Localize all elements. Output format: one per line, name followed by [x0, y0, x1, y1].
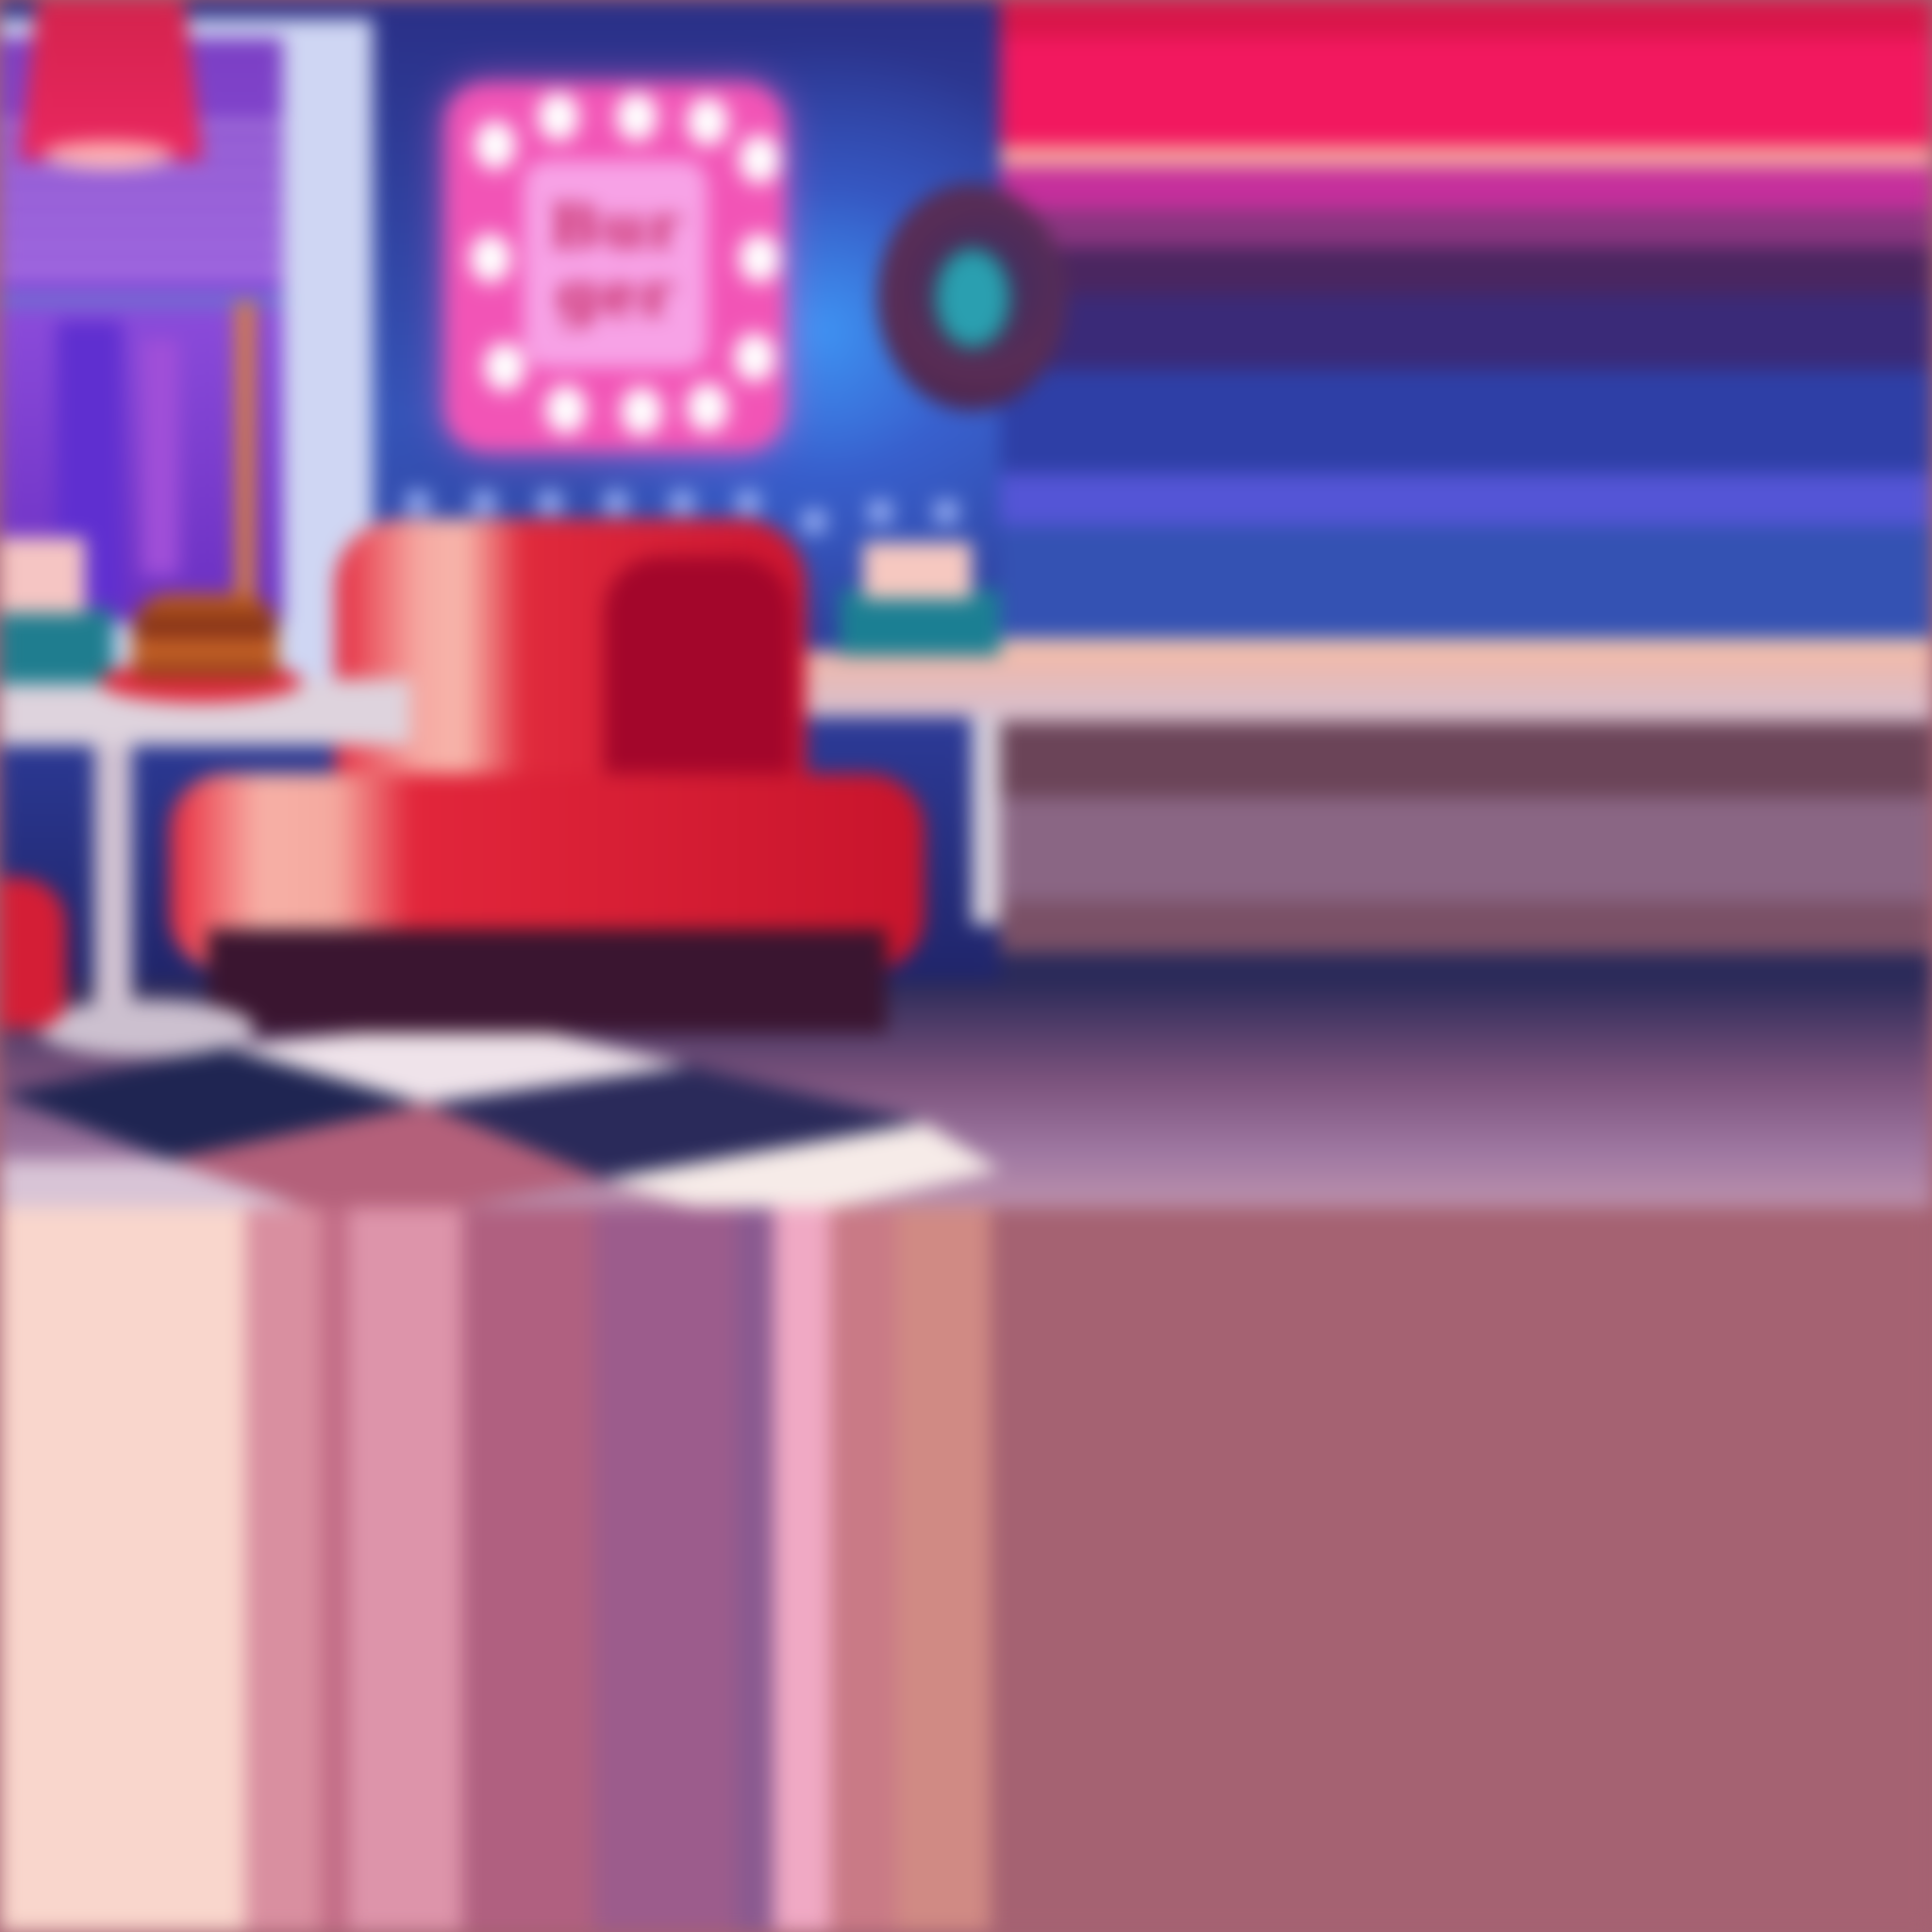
sign-bulb: [741, 236, 778, 281]
sign-text: Bur ger: [524, 193, 708, 329]
vinyl-label: [934, 247, 1011, 349]
sign-bulb: [623, 389, 660, 434]
sign-bulb: [547, 387, 585, 432]
sign-bulb: [540, 94, 577, 140]
window-blind-slat: [0, 217, 283, 225]
window-blind-slat: [0, 170, 283, 178]
sign-bulb: [689, 385, 726, 430]
left-table-foot: [38, 1000, 255, 1057]
wall-tile: [736, 491, 760, 515]
hanging-lamp-icon: [19, 0, 203, 160]
wall-tile: [604, 491, 628, 515]
floor-foreground-streaks: [0, 1208, 1932, 1932]
sign-bulb: [741, 137, 778, 182]
sign-bulb: [486, 344, 524, 390]
sign-bulb: [476, 123, 514, 168]
wall-tile: [934, 500, 958, 525]
window-reflection: [142, 340, 179, 575]
sign-bulb: [736, 335, 774, 380]
wall-tile: [670, 491, 694, 515]
wall-tile: [472, 491, 496, 515]
napkin-holder-left: [0, 608, 113, 684]
lamp-light: [42, 142, 175, 168]
wall-tile: [868, 500, 892, 525]
wall-tile: [406, 491, 430, 515]
window-blind-slat: [0, 241, 283, 249]
booth-base: [208, 929, 887, 1033]
napkins-left: [0, 538, 85, 613]
sign-text-line2: ger: [556, 259, 675, 330]
sign-bulb: [689, 99, 726, 144]
sign-bulb: [618, 94, 656, 140]
sign-bulb: [472, 236, 509, 281]
right-table-leg: [972, 717, 1000, 924]
left-chair: [0, 877, 66, 1028]
window-blind-slat: [0, 193, 283, 202]
diner-scene: Bur ger: [0, 0, 1932, 1932]
window-blind-slat: [0, 264, 283, 273]
burger-icon: [132, 594, 278, 679]
left-table-leg: [94, 745, 132, 1028]
napkins-right: [863, 542, 972, 599]
wall-tile: [538, 491, 562, 515]
sign-text-line1: Bur: [549, 192, 682, 262]
right-table-top: [807, 651, 1932, 717]
napkin-holder-right: [840, 590, 1000, 656]
wall-tile: [802, 509, 826, 534]
